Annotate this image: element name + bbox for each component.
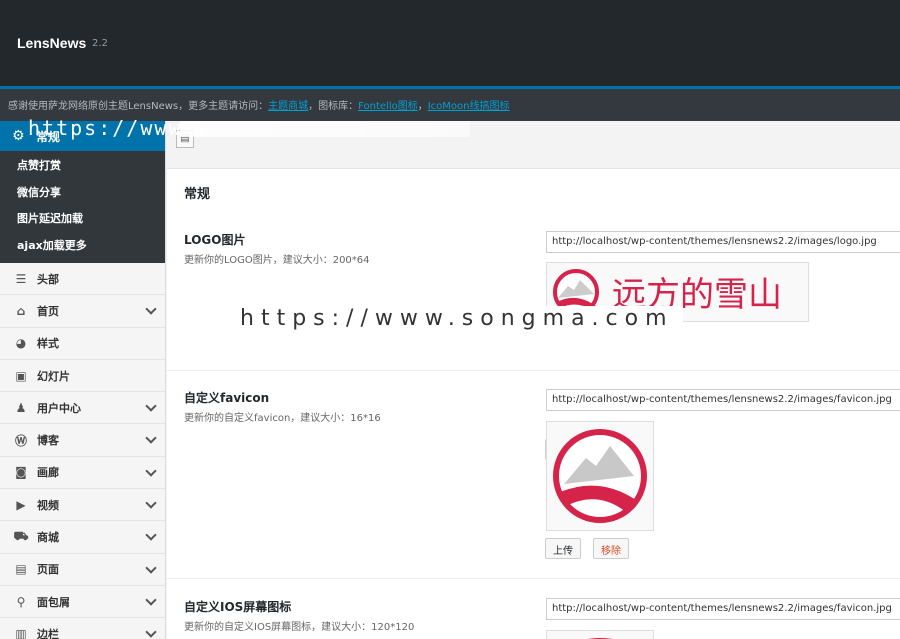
sidebar-item-label: 页面 xyxy=(37,563,59,577)
notice-sep-1: ，图标库： xyxy=(308,101,359,112)
wordpress-icon: Ⓦ xyxy=(14,433,27,448)
sidebar-item-shop[interactable]: ⛟ 商城 xyxy=(0,521,165,554)
sidebar-item-breadcrumb[interactable]: ⚲ 面包屑 xyxy=(0,586,165,619)
ios-icon-url-input[interactable]: http://localhost/wp-content/themes/lensn… xyxy=(546,598,900,620)
field-label: LOGO图片 xyxy=(184,233,246,247)
general-subnav: 点赞打赏 微信分享 图片延迟加载 ajax加载更多 xyxy=(0,151,165,263)
chevron-down-icon xyxy=(145,529,157,542)
theme-store-link[interactable]: 主题商城 xyxy=(268,101,308,112)
ios-icon-preview xyxy=(546,630,654,639)
top-header: LensNews 2.2 xyxy=(0,0,900,86)
fontello-link[interactable]: Fontello图标 xyxy=(358,101,418,112)
sidebar-item-video[interactable]: ▶ 视频 xyxy=(0,489,165,522)
sidebar-item-style[interactable]: ◕ 样式 xyxy=(0,328,165,360)
sidebar-item-label: 用户中心 xyxy=(37,401,81,415)
remove-button[interactable]: 移除 xyxy=(593,538,629,559)
images-icon: ▣ xyxy=(15,368,27,383)
video-icon: ▶ xyxy=(16,497,26,512)
section-title: 常规 xyxy=(184,187,211,202)
page-icon: ▤ xyxy=(15,562,27,577)
chevron-down-icon xyxy=(145,465,157,477)
subnav-item-ajax-more[interactable]: ajax加载更多 xyxy=(0,233,165,260)
user-icon: ♟ xyxy=(15,400,27,415)
subnav-item-lazy-load[interactable]: 图片延迟加载 xyxy=(0,206,165,233)
sidebar-item-label: 首页 xyxy=(37,304,59,318)
sidebar-item-blog[interactable]: Ⓦ 博客 xyxy=(0,424,165,457)
upload-button[interactable]: 上传 xyxy=(545,538,581,559)
field-desc: 更新你的自定义favicon，建议大小：16*16 xyxy=(184,413,381,424)
palette-icon: ◕ xyxy=(15,336,27,351)
notice-text: 感谢使用萨龙网络原创主题LensNews，更多主题请访问： xyxy=(8,101,269,112)
sidebar-item-label: 画廊 xyxy=(37,466,59,480)
sidebar-item-slider[interactable]: ▣ 幻灯片 xyxy=(0,360,165,393)
pin-icon: ⚲ xyxy=(16,594,26,609)
watermark-big: https://www.songma.com xyxy=(218,306,683,331)
logo-field: LOGO图片 更新你的LOGO图片，建议大小：200*64 http://loc… xyxy=(167,231,900,460)
logo-url-input[interactable]: http://localhost/wp-content/themes/lensn… xyxy=(546,231,900,253)
chevron-down-icon xyxy=(145,497,157,509)
sidebar-item-user-center[interactable]: ♟ 用户中心 xyxy=(0,392,165,425)
ios-icon-image xyxy=(588,638,612,639)
cart-icon: ⛟ xyxy=(13,529,29,544)
chevron-down-icon xyxy=(145,562,157,574)
icomoon-link[interactable]: IcoMoon线搞图标 xyxy=(428,101,510,112)
field-desc: 更新你的自定义IOS屏幕图标，建议大小：120*120 xyxy=(184,622,415,633)
chevron-down-icon xyxy=(145,594,157,606)
chevron-down-icon xyxy=(145,400,157,412)
app-title: LensNews xyxy=(17,35,87,51)
notice-sep-2: ， xyxy=(417,101,428,112)
sidebar-item-gallery[interactable]: ◙ 画廊 xyxy=(0,457,165,490)
subnav-item-wechat-share[interactable]: 微信分享 xyxy=(0,180,165,207)
ios-icon-field: 自定义IOS屏幕图标 更新你的自定义IOS屏幕图标，建议大小：120*120 h… xyxy=(167,598,900,639)
sidebar-item-page[interactable]: ▤ 页面 xyxy=(0,554,165,586)
gear-icon: ⚙ xyxy=(12,128,25,144)
sidebar-item-label: 博客 xyxy=(37,434,59,448)
sidebar-item-label: 头部 xyxy=(37,272,59,286)
sidebar-item-header[interactable]: ☰ 头部 xyxy=(0,263,165,296)
sidebar-item-sidebar[interactable]: ▥ 边栏 xyxy=(0,618,165,639)
menu-icon: ☰ xyxy=(15,271,27,286)
home-icon: ⌂ xyxy=(16,303,26,318)
watermark-small: https://www xyxy=(28,116,183,140)
favicon-image xyxy=(553,429,647,523)
chevron-down-icon xyxy=(145,626,157,638)
favicon-url-input[interactable]: http://localhost/wp-content/themes/lensn… xyxy=(546,389,900,411)
sidebar-item-label: 面包屑 xyxy=(37,595,70,609)
options-sidebar: ⚙ 常规 点赞打赏 微信分享 图片延迟加载 ajax加载更多 ☰ 头部 ⌂ 首页… xyxy=(0,121,166,639)
favicon-preview xyxy=(546,421,654,531)
watermark-band xyxy=(180,121,470,137)
field-desc: 更新你的LOGO图片，建议大小：200*64 xyxy=(184,255,370,266)
field-label: 自定义favicon xyxy=(184,391,270,405)
subnav-item-like-reward[interactable]: 点赞打赏 xyxy=(0,153,165,180)
sidebar-item-label: 幻灯片 xyxy=(37,369,70,383)
app-version: 2.2 xyxy=(92,38,108,49)
chevron-down-icon xyxy=(145,432,157,445)
sidebar-item-label: 边栏 xyxy=(37,627,59,639)
sidebar-item-home[interactable]: ⌂ 首页 xyxy=(0,295,165,328)
options-main: ▤ 常规 LOGO图片 更新你的LOGO图片，建议大小：200*64 http:… xyxy=(167,121,900,639)
sidebar-item-label: 样式 xyxy=(37,337,59,351)
sidebar-item-label: 商城 xyxy=(37,531,59,545)
favicon-field: 自定义favicon 更新你的自定义favicon，建议大小：16*16 htt… xyxy=(167,389,900,579)
camera-icon: ◙ xyxy=(15,465,27,480)
field-label: 自定义IOS屏幕图标 xyxy=(184,600,292,614)
sidebar-icon: ▥ xyxy=(15,626,27,639)
chevron-down-icon xyxy=(145,303,157,315)
sidebar-item-label: 视频 xyxy=(37,498,59,512)
